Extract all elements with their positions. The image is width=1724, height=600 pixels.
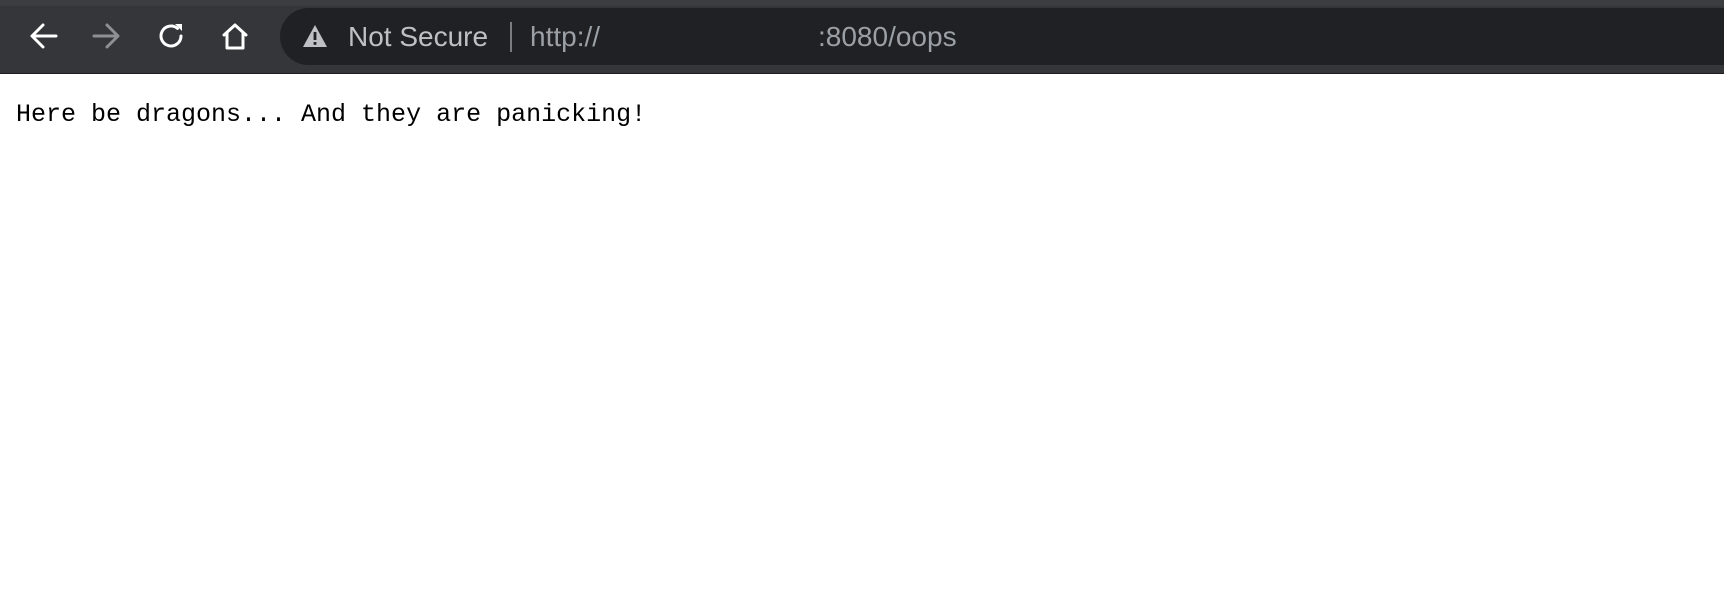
home-button[interactable] [215,16,255,56]
arrow-left-icon [29,21,59,51]
home-icon [220,21,250,51]
url-port-path[interactable]: :8080/oops [818,8,957,65]
url-scheme[interactable]: http:// [530,8,600,65]
warning-triangle-icon[interactable] [302,24,328,48]
arrow-right-icon [91,21,121,51]
forward-button[interactable] [86,16,126,56]
address-bar[interactable]: Not Secure http:// :8080/oops [280,8,1724,65]
reload-button[interactable] [151,16,191,56]
browser-toolbar: Not Secure http:// :8080/oops [0,0,1724,74]
omnibox-divider [510,22,512,52]
page-message: Here be dragons... And they are panickin… [16,100,647,129]
security-status-label[interactable]: Not Secure [348,8,488,65]
back-button[interactable] [24,16,64,56]
reload-icon [156,21,186,51]
